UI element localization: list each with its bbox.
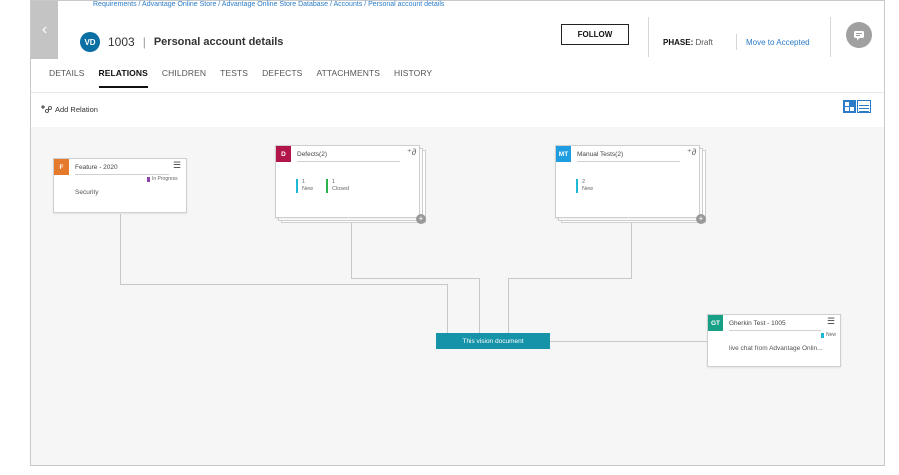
title-separator: | xyxy=(142,35,146,49)
connector-line xyxy=(351,223,352,279)
relations-graph: F Feature - 2020 ☰ In Progress Security … xyxy=(31,127,884,465)
add-relation-button[interactable]: Add Relation xyxy=(40,104,98,114)
menu-icon[interactable]: ☰ xyxy=(827,316,835,327)
header-divider xyxy=(830,17,831,57)
defects-card[interactable]: D Defects(2) ⁺∂ 1 New 1 Closed xyxy=(275,145,420,218)
expand-plus-icon[interactable]: + xyxy=(696,214,706,224)
chevron-left-icon: ‹ xyxy=(41,21,48,38)
list-view-icon[interactable] xyxy=(857,100,871,113)
status-badge: New xyxy=(821,332,836,338)
connector-line xyxy=(508,278,509,334)
current-document-node[interactable]: This vision document xyxy=(436,333,550,349)
connector-line xyxy=(120,284,448,285)
breadcrumb[interactable]: Requirements / Advantage Online Store / … xyxy=(93,1,444,8)
count-new: 2 New xyxy=(576,179,593,193)
avatar: VD xyxy=(80,32,100,52)
phase-value: Draft xyxy=(695,38,713,47)
add-relation-icon[interactable]: ⁺∂ xyxy=(407,147,416,158)
follow-button[interactable]: FOLLOW xyxy=(561,24,629,45)
menu-icon[interactable]: ☰ xyxy=(173,160,181,171)
tab-history[interactable]: HISTORY xyxy=(394,68,432,88)
manual-tests-card[interactable]: MT Manual Tests(2) ⁺∂ 2 New xyxy=(555,145,700,218)
tab-tests[interactable]: TESTS xyxy=(220,68,248,88)
connector-line xyxy=(447,284,448,334)
tab-relations[interactable]: RELATIONS xyxy=(98,68,148,88)
status-badge: In Progress xyxy=(147,176,178,182)
status-color-icon xyxy=(147,176,150,182)
connector-line xyxy=(508,278,632,279)
tab-bar: DETAILS RELATIONS CHILDREN TESTS DEFECTS… xyxy=(49,68,446,88)
connector-line xyxy=(549,341,707,342)
phase-label: PHASE: xyxy=(663,38,694,47)
status-color-icon xyxy=(821,332,824,338)
connector-line xyxy=(351,278,480,279)
move-to-accepted-link[interactable]: Move to Accepted xyxy=(746,38,810,47)
tab-children[interactable]: CHILDREN xyxy=(162,68,206,88)
gherkin-title[interactable]: Gherkin Test - 1005 xyxy=(729,320,786,327)
feature-title[interactable]: Feature - 2020 xyxy=(75,164,118,171)
manual-tests-badge: MT xyxy=(556,146,571,162)
connector-line xyxy=(631,223,632,279)
title-underline xyxy=(75,174,169,175)
feature-description: Security xyxy=(75,189,99,196)
defects-badge: D xyxy=(276,146,291,162)
title-underline xyxy=(729,330,821,331)
defects-title[interactable]: Defects(2) xyxy=(297,151,327,158)
gherkin-test-card[interactable]: GT Gherkin Test - 1005 ☰ New live chat f… xyxy=(707,314,841,367)
count-new: 1 New xyxy=(296,179,313,193)
tab-attachments[interactable]: ATTACHMENTS xyxy=(316,68,380,88)
comments-button[interactable] xyxy=(846,22,872,48)
connector-line xyxy=(120,214,121,285)
gherkin-description: live chat from Advantage Onlin... xyxy=(729,345,823,352)
feature-badge: F xyxy=(54,159,69,175)
tab-defects[interactable]: DEFECTS xyxy=(262,68,302,88)
phase-divider xyxy=(736,34,737,50)
view-toggle[interactable] xyxy=(843,100,871,113)
connector-line xyxy=(479,278,480,334)
add-relation-icon xyxy=(41,105,52,113)
header-divider xyxy=(648,17,649,57)
gherkin-badge: GT xyxy=(708,315,723,331)
back-button[interactable]: ‹ xyxy=(31,1,58,59)
relations-toolbar: Add Relation xyxy=(31,92,884,127)
tab-details[interactable]: DETAILS xyxy=(49,68,85,88)
phase-indicator: PHASE: Draft xyxy=(663,38,713,47)
graph-view-icon[interactable] xyxy=(843,100,856,113)
page-title: Personal account details xyxy=(153,36,284,48)
expand-plus-icon[interactable]: + xyxy=(416,214,426,224)
add-relation-icon[interactable]: ⁺∂ xyxy=(687,147,696,158)
entity-id: 1003 xyxy=(108,35,135,49)
add-relation-label: Add Relation xyxy=(55,104,98,114)
feature-card[interactable]: F Feature - 2020 ☰ In Progress Security xyxy=(53,158,187,213)
manual-tests-title[interactable]: Manual Tests(2) xyxy=(577,151,623,158)
entity-header: VD 1003 | Personal account details xyxy=(80,32,283,52)
title-underline xyxy=(297,161,400,162)
comment-icon xyxy=(854,31,864,41)
title-underline xyxy=(577,161,680,162)
count-closed: 1 Closed xyxy=(326,179,349,193)
